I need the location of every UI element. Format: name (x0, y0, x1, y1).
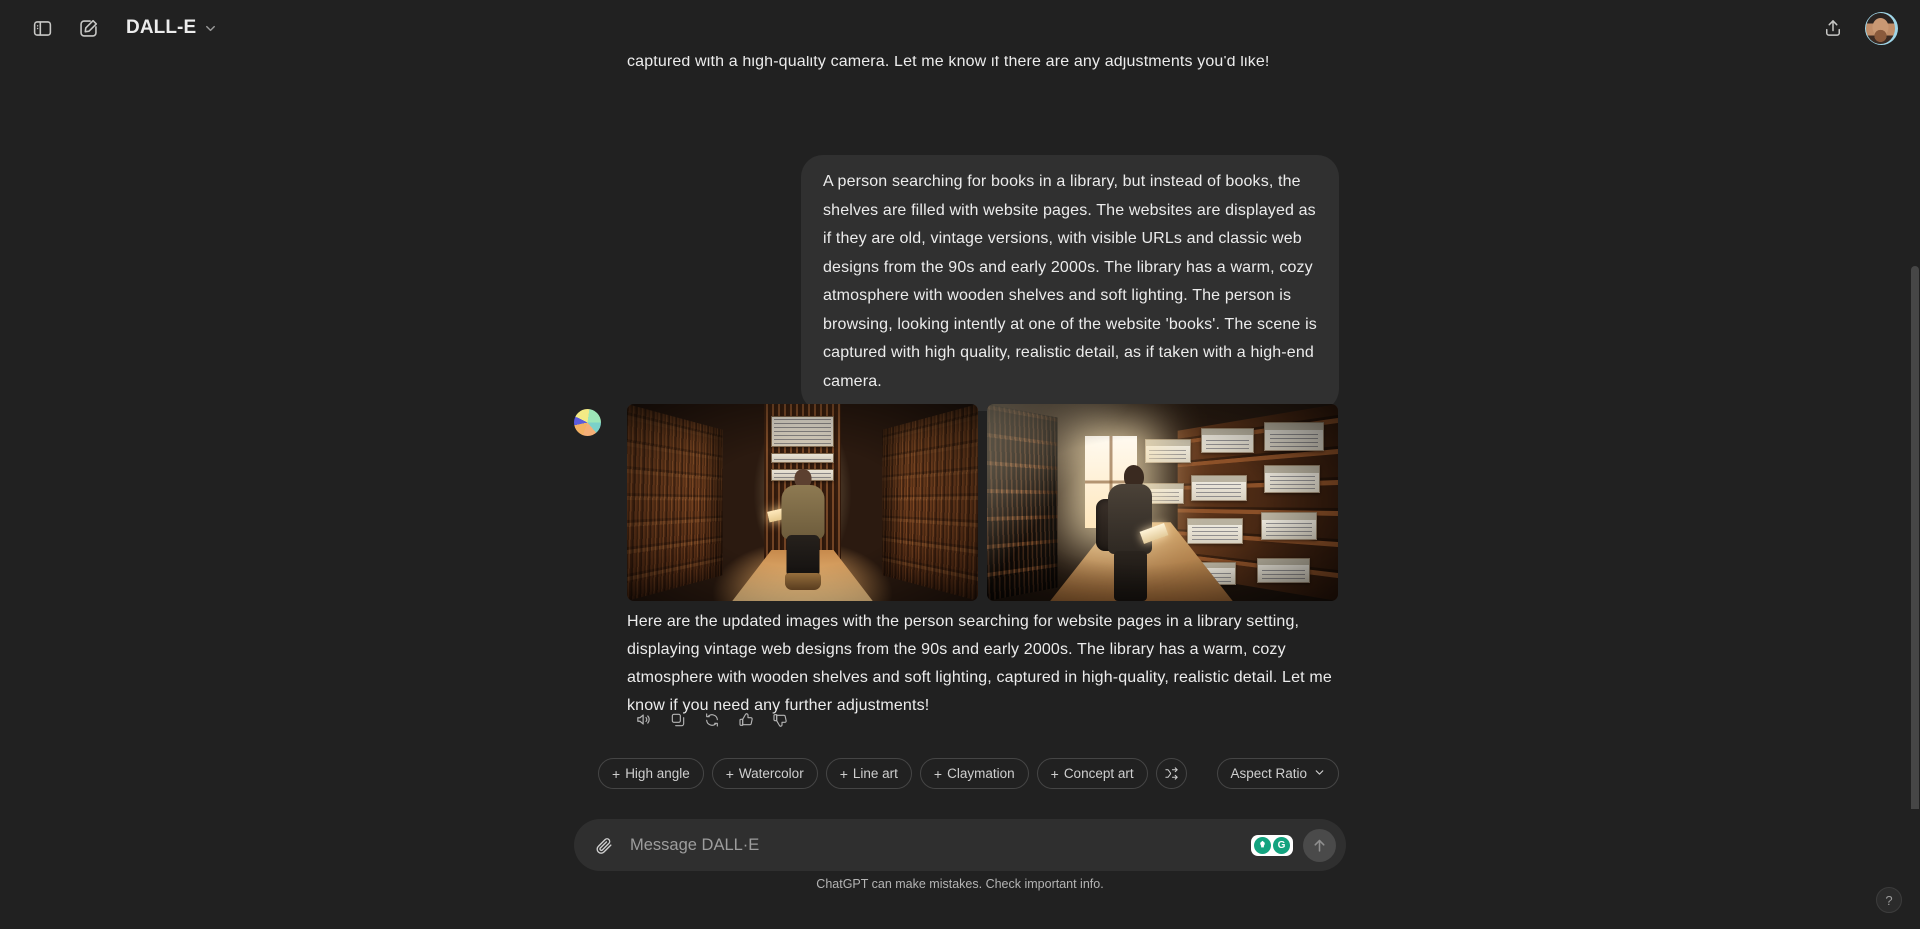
grammarly-g-icon[interactable]: G (1273, 836, 1290, 854)
message-composer[interactable]: G (574, 819, 1346, 871)
paperclip-icon[interactable] (588, 829, 620, 861)
thumbs-down-icon[interactable] (765, 705, 794, 734)
shuffle-icon[interactable] (1155, 758, 1187, 789)
user-message-row: A person searching for books in a librar… (627, 155, 1339, 411)
share-upload-icon[interactable] (1813, 8, 1853, 48)
aspect-ratio-label: Aspect Ratio (1230, 766, 1307, 781)
chip-watercolor[interactable]: + Watercolor (711, 758, 818, 789)
chevron-down-icon (1313, 766, 1326, 782)
chip-line-art[interactable]: + Line art (825, 758, 912, 789)
chip-label: Watercolor (738, 766, 804, 781)
chevron-down-icon (203, 21, 218, 36)
top-header: DALL-E (0, 0, 1920, 56)
help-button[interactable]: ? (1876, 887, 1902, 913)
chip-high-angle[interactable]: + High angle (598, 758, 704, 789)
assistant-message-final: Here are the updated images with the per… (627, 613, 1332, 714)
plus-icon: + (612, 765, 621, 782)
user-avatar[interactable] (1865, 11, 1898, 45)
composer-area: G ChatGPT can make mistakes. Check impor… (0, 809, 1920, 929)
plus-icon: + (839, 765, 848, 782)
header-right-group (1813, 8, 1898, 48)
model-selector[interactable]: DALL-E (114, 10, 228, 46)
plus-icon: + (725, 765, 734, 782)
chip-label: Concept art (1063, 766, 1134, 781)
chip-claymation[interactable]: + Claymation (919, 758, 1029, 789)
message-input[interactable] (620, 819, 1251, 871)
dalle-logo (574, 409, 601, 436)
browser-extension-icons[interactable]: G (1251, 834, 1293, 856)
scrollbar-thumb[interactable] (1911, 266, 1919, 886)
model-name-label: DALL-E (126, 17, 197, 38)
new-chat-pencil-square-icon[interactable] (68, 8, 108, 48)
avatar-photo (1866, 12, 1895, 44)
speaker-icon[interactable] (629, 705, 658, 734)
image2-vignette (987, 404, 1338, 601)
header-left-group: DALL-E (22, 8, 228, 48)
conversation-scroll-area[interactable]: Here are the images you requested, depic… (0, 0, 1920, 890)
chip-concept-art[interactable]: + Concept art (1036, 758, 1148, 789)
send-button[interactable] (1303, 828, 1336, 862)
generated-image-2[interactable] (987, 404, 1338, 601)
chip-label: High angle (625, 766, 690, 781)
suggestion-chip-row: + High angle + Watercolor + Line art + C… (598, 758, 1339, 789)
grammarly-bulb-icon[interactable] (1254, 836, 1271, 854)
copy-icon[interactable] (663, 705, 692, 734)
plus-icon: + (1050, 765, 1059, 782)
scrollbar-track[interactable] (1909, 0, 1920, 890)
chip-label: Line art (852, 766, 898, 781)
disclaimer-text: ChatGPT can make mistakes. Check importa… (816, 877, 1104, 891)
plus-icon: + (933, 765, 943, 782)
generated-image-1[interactable] (627, 404, 978, 601)
assistant-message-images (574, 404, 1339, 601)
thumbs-up-icon[interactable] (731, 705, 760, 734)
user-message-bubble: A person searching for books in a librar… (801, 155, 1339, 411)
chip-label: Claymation (947, 766, 1015, 781)
aspect-ratio-selector[interactable]: Aspect Ratio (1217, 758, 1339, 789)
image1-vignette (627, 404, 978, 601)
sidebar-panel-icon[interactable] (22, 8, 62, 48)
generated-image-pair (627, 404, 1339, 601)
message-actions (629, 705, 794, 734)
refresh-icon[interactable] (697, 705, 726, 734)
